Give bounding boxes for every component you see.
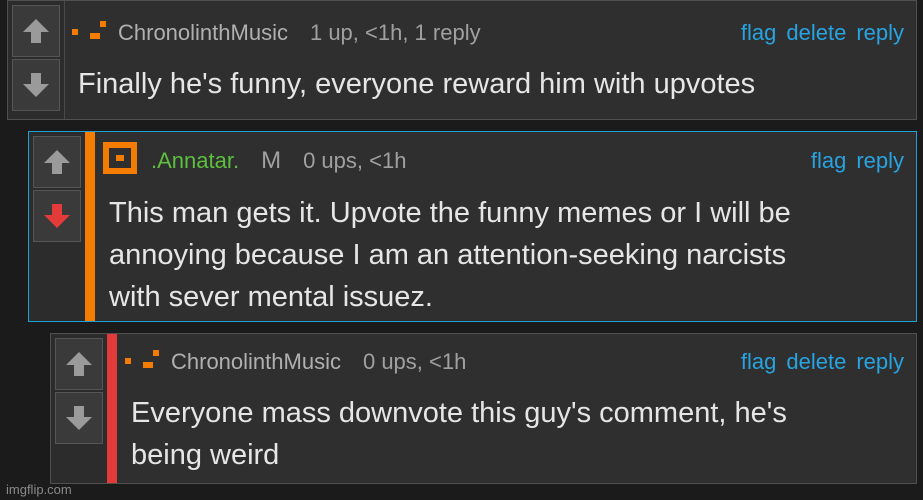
avatar[interactable]	[72, 19, 108, 47]
downvote-button-active[interactable]	[33, 190, 81, 242]
username[interactable]: .Annatar.	[151, 148, 239, 174]
upvote-button[interactable]	[33, 136, 81, 188]
avatar[interactable]	[103, 142, 141, 180]
comment-2: .Annatar. M 0 ups, <1h flag reply This m…	[28, 131, 917, 322]
comment-header: .Annatar. M 0 ups, <1h	[103, 142, 407, 180]
comment-text: Everyone mass downvote this guy's commen…	[131, 397, 787, 471]
arrow-up-icon	[66, 352, 92, 376]
reply-link[interactable]: reply	[856, 349, 904, 375]
comment-text: Finally he's funny, everyone reward him …	[78, 68, 756, 100]
comment-accent-bar	[107, 334, 117, 483]
comment-header: ChronolinthMusic 0 ups, <1h	[125, 345, 466, 379]
arrow-up-icon	[44, 150, 70, 174]
comment-meta: 0 ups, <1h	[303, 148, 407, 173]
comment-text: This man gets it. Upvote the funny memes…	[109, 197, 791, 313]
comment-3: ChronolinthMusic 0 ups, <1h flag delete …	[50, 333, 917, 484]
avatar[interactable]	[125, 348, 161, 376]
watermark: imgflip.com	[6, 482, 72, 497]
upvote-button[interactable]	[12, 5, 60, 57]
reply-link[interactable]: reply	[856, 20, 904, 46]
vote-column	[51, 334, 108, 483]
upvote-button[interactable]	[55, 338, 103, 390]
arrow-down-icon	[66, 406, 92, 430]
comment-actions: flag delete reply	[731, 16, 904, 50]
arrow-up-icon	[23, 19, 49, 43]
reply-link[interactable]: reply	[856, 148, 904, 174]
vote-column	[8, 1, 65, 119]
downvote-button[interactable]	[12, 59, 60, 111]
comment-actions: flag reply	[801, 144, 904, 178]
username[interactable]: ChronolinthMusic	[171, 349, 341, 375]
vote-column	[29, 132, 86, 321]
comment-actions: flag delete reply	[731, 345, 904, 379]
delete-link[interactable]: delete	[786, 349, 846, 375]
arrow-down-icon	[44, 204, 70, 228]
flag-link[interactable]: flag	[811, 148, 846, 174]
delete-link[interactable]: delete	[786, 20, 846, 46]
username[interactable]: ChronolinthMusic	[118, 20, 288, 46]
comment-meta: 0 ups, <1h	[362, 349, 467, 374]
comment-meta: 1 up, <1h, 1 reply	[309, 20, 481, 45]
comment-accent-bar	[85, 132, 95, 321]
comment-1: ChronolinthMusic 1 up, <1h, 1 reply flag…	[7, 0, 917, 120]
flag-link[interactable]: flag	[741, 20, 776, 46]
downvote-button[interactable]	[55, 392, 103, 444]
mod-badge: M	[261, 147, 282, 174]
comment-header: ChronolinthMusic 1 up, <1h, 1 reply	[72, 16, 481, 50]
arrow-down-icon	[23, 73, 49, 97]
flag-link[interactable]: flag	[741, 349, 776, 375]
